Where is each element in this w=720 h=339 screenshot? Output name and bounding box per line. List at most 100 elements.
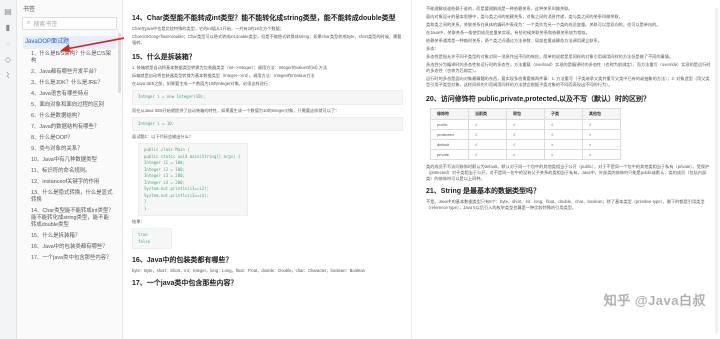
paragraph: 拆箱就是自动将包装器类型转换为基本数据类型（Integer-->int）。调用方… bbox=[132, 73, 315, 78]
bookmark-item[interactable]: 16、Java中的包装类都有哪些？ bbox=[23, 242, 116, 253]
bookmark-sidebar: 书签 ⌕ 搜索书签 JavaOOP面试题 1、什么是B/S架构？什么是C/S架构 2… bbox=[17, 0, 123, 339]
bookmark-item[interactable]: 5、面向对象和面向过程的区别 bbox=[23, 100, 116, 111]
attachment-icon[interactable]: ⌇ bbox=[4, 71, 13, 80]
code-line: Integer i = 10; bbox=[138, 120, 175, 126]
comment-icon[interactable]: ◌ bbox=[4, 39, 13, 48]
table-row: private √ × × × bbox=[430, 149, 621, 160]
paragraph: byte：Byte，short：Short，int：Integer，long：L… bbox=[132, 268, 365, 273]
sidebar-scrollbar[interactable] bbox=[118, 33, 121, 93]
paragraph: 不能理解成谁依赖于谁的，而是要理解成是一种依赖关系，这种关系叫做关联。 bbox=[426, 6, 573, 11]
code-line: } bbox=[144, 205, 147, 211]
watermark-text: 知乎 @Java白叔 bbox=[603, 293, 706, 308]
table-cell: default bbox=[430, 139, 469, 150]
search-placeholder: 搜索书签 bbox=[33, 22, 58, 28]
bookmark-item[interactable]: 3、什么是JDK？什么是JRE？ bbox=[23, 78, 116, 89]
bookmark-item[interactable]: 13、什么是隐式转换，什么是显式转换 bbox=[23, 188, 116, 206]
section-heading-15: 15、什么是拆装箱？ bbox=[132, 54, 196, 61]
search-icon: ⌕ bbox=[27, 20, 31, 26]
section-heading-14: 14、Char类型能不能转成int类型？能不能转化成string类型，能不能转成… bbox=[132, 15, 396, 22]
bookmark-item[interactable]: 1、什么是B/S架构？什么是C/S架构 bbox=[23, 49, 116, 67]
table-cell: √ bbox=[506, 119, 545, 130]
table-cell: √ bbox=[468, 149, 507, 160]
document-page-right: 不能理解成谁依赖于谁的，而是要理解成是一种依赖关系，这种关系叫做关联。面向对象设… bbox=[418, 0, 720, 339]
bookmark-item[interactable]: 7、Java的数据结构有哪些？ bbox=[23, 122, 116, 133]
table-header-cell: 当前类 bbox=[468, 108, 507, 120]
paragraph: 而在从Java SE5开始就提供了自动装箱的特性，如果要生成一个数值为10的In… bbox=[132, 107, 340, 113]
table-cell: √ bbox=[544, 129, 583, 140]
tag-icon[interactable]: ◇ bbox=[4, 55, 13, 64]
document-scrollbar[interactable] bbox=[715, 8, 718, 334]
table-cell: × bbox=[582, 129, 621, 140]
code-line: Integer i = new Integer(10); bbox=[138, 94, 206, 99]
table-cell: √ bbox=[544, 119, 583, 130]
watermark: 知乎 @Java白叔 bbox=[604, 290, 706, 309]
table-header-row: 修饰符 当前类 同包 子类 其他包 bbox=[430, 108, 621, 120]
section-heading-17: 17、一个java类中包含那些内容？ bbox=[132, 280, 238, 287]
bookmark-item[interactable]: 9、类与对象的关系？ bbox=[23, 144, 116, 155]
table-row: public √ √ √ √ bbox=[430, 119, 621, 130]
table-cell: × bbox=[582, 149, 621, 160]
paragraph: 多态性是指允许不同子类型的对象对同一消息作出不同的响应。简单的说就是用同样的对象… bbox=[426, 54, 674, 59]
pdf-reader-window: ▤ ▮ ◌ ◇ ⌇ 书签 ⌕ 搜索书签 JavaOOP面试题 1、什么是B/S架构… bbox=[0, 0, 720, 339]
table-header-cell: 其他包 bbox=[582, 108, 621, 120]
bookmark-item[interactable]: 17、一个java类中包含那些内容？ bbox=[23, 253, 116, 264]
table-cell: × bbox=[544, 139, 583, 150]
code-line: false bbox=[138, 238, 151, 244]
bookmark-item[interactable]: 6、什么是数据结构？ bbox=[23, 111, 116, 122]
paragraph: 类和类之间的关系，关联关系在具体的编码中表现为：一个类作为另一个类的成员变量。关… bbox=[426, 22, 661, 27]
paragraph: 在Java中，关联关系一般使用成员变量来实现。有些时候关联关系和依赖关系较为相似… bbox=[426, 30, 590, 35]
section-heading-21: 21、String 是最基本的数据类型吗？ bbox=[426, 188, 540, 195]
document-page-left: 14、Char类型能不能转成int类型？能不能转化成string类型，能不能转成… bbox=[124, 0, 412, 339]
bookmark-search-input[interactable]: ⌕ 搜索书签 bbox=[22, 17, 117, 30]
paragraph: 多态： bbox=[426, 46, 439, 51]
bookmark-icon[interactable]: ▮ bbox=[4, 23, 13, 32]
section-heading-16: 16、Java中的包装类都有哪些？ bbox=[132, 257, 233, 264]
paragraph: 1. 装箱就是自动将基本数据类型转换为包装器类型（int-->Integer）；… bbox=[132, 65, 328, 70]
bookmark-item[interactable]: 8、什么是OOP？ bbox=[23, 133, 116, 144]
code-block: Integer i = new Integer(10); bbox=[132, 90, 403, 105]
bookmark-item[interactable]: JavaOOP面试题 bbox=[23, 36, 116, 49]
table-row: protected √ √ √ × bbox=[430, 129, 621, 140]
paragraph: 运行时的多态是面向对象最精髓的东西，要实现多态需要做两件事：1. 方法重写（子类… bbox=[426, 76, 710, 87]
paragraph: 类的成员不写访问修饰时默认为default。默认对于同一个包中的其他类相当于公开… bbox=[426, 164, 710, 181]
table-cell: × bbox=[506, 149, 545, 160]
bookmark-item[interactable]: 11、标识符的命名规则。 bbox=[23, 166, 116, 177]
table-cell: protected bbox=[430, 129, 469, 140]
table-header-cell: 子类 bbox=[544, 108, 583, 120]
table-cell: √ bbox=[468, 129, 507, 140]
access-modifier-table: 修饰符 当前类 同包 子类 其他包 public √ √ √ √ protected √ √ √ × def… bbox=[430, 108, 621, 160]
paragraph: 在Java SE5之前，如果要生成一个数值为10的Integer对象，必须这样进… bbox=[132, 81, 273, 86]
code-block: Integer i = 10; bbox=[132, 116, 403, 131]
table-cell: √ bbox=[468, 139, 507, 150]
table-cell: √ bbox=[506, 129, 545, 140]
bookmark-list: JavaOOP面试题 1、什么是B/S架构？什么是C/S架构 2、Java都有哪些开… bbox=[17, 36, 122, 264]
bookmark-item[interactable]: 15、什么是拆装箱？ bbox=[23, 231, 116, 242]
bookmark-item[interactable]: 12、instanceof关键字的作用 bbox=[23, 177, 116, 188]
sidebar-title: 书签 bbox=[23, 7, 36, 13]
paragraph: 多态性分为编译时的多态性和运行时的多态性。方法重载（overload）实现的是编… bbox=[426, 62, 711, 73]
code-block: public class Main { public static void m… bbox=[138, 143, 248, 216]
paragraph: 依赖关系通常是一种临时关系，两个类之间通过方法参数、局部变量或静态方法调用建立联… bbox=[426, 38, 602, 43]
table-cell: √ bbox=[506, 139, 545, 150]
paragraph: 结果： bbox=[132, 219, 145, 224]
table-header-cell: 修饰符 bbox=[430, 108, 469, 120]
file-icon[interactable]: ▤ bbox=[4, 7, 13, 16]
table-cell: × bbox=[582, 139, 621, 150]
paragraph-group: 不能理解成谁依赖于谁的，而是要理解成是一种依赖关系，这种关系叫做关联。面向对象设… bbox=[426, 6, 712, 88]
bookmark-item[interactable]: 14、Char类型能不能转成int类型？能不能转化成string类型，能不能转成… bbox=[23, 206, 116, 231]
table-cell: public bbox=[430, 119, 469, 130]
table-cell: private bbox=[430, 149, 469, 160]
paragraph: Char<int<long<float<double；Char类型可以隐式转成i… bbox=[132, 34, 402, 45]
bookmark-item[interactable]: 2、Java都有哪些开发平台？ bbox=[23, 67, 116, 78]
table-row: default √ √ × × bbox=[430, 139, 621, 150]
paragraph: Char在java中也是比较特殊的类型，它的int值从1开始，一共有2的16次方… bbox=[132, 26, 284, 31]
section-heading-20: 20、访问修饰符 public,private,protected,以及不写（默… bbox=[426, 96, 651, 103]
left-icon-rail: ▤ ▮ ◌ ◇ ⌇ bbox=[0, 0, 17, 339]
table-cell: √ bbox=[582, 119, 621, 130]
bookmark-item[interactable]: 4、Java语言有哪些特点 bbox=[23, 89, 116, 100]
code-block: true false bbox=[132, 228, 172, 249]
bookmark-item[interactable]: 10、Java中有几种数据类型 bbox=[23, 155, 116, 166]
paragraph: 面试题1：以下代码会输出什么？ bbox=[132, 134, 193, 139]
paragraph: 面向对象设计的基本思想中，类与类之间的依赖关系，对象之间的消息传递，类与类之间的… bbox=[426, 14, 623, 19]
paragraph: 不是。Java中的基本数据类型只有8个：byte、short、int、long、… bbox=[426, 199, 705, 210]
